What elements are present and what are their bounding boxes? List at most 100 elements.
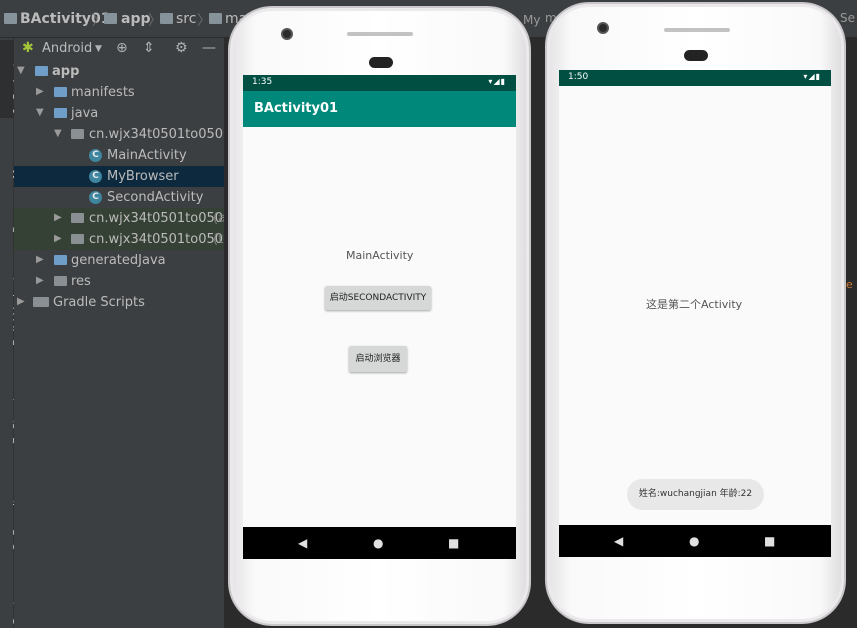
res-folder-icon [54,276,67,286]
gradle-icon [33,297,49,307]
tree-item-generatedjava[interactable]: ▶ generatedJava [14,250,224,271]
phone-2-screen: 1:50 ▾◢▮ 这是第二个Activity 姓名:wuchangjian 年龄… [559,70,831,557]
folder-icon [54,108,67,118]
navigation-bar: ◀ ● ■ [559,525,831,557]
expanded-arrow-icon[interactable]: ▼ [17,65,25,76]
expanded-arrow-icon[interactable]: ▼ [36,107,44,118]
collapse-icon[interactable]: ⇕ [143,40,155,56]
recents-icon[interactable]: ■ [764,534,775,548]
status-bar: 1:35 ▾◢▮ [243,75,516,91]
tree-item-label: MainActivity [107,148,187,163]
collapsed-arrow-icon[interactable]: ▶ [36,86,44,97]
tree-item-label: cn.wjx34t0501to0503 [89,232,232,247]
proximity-sensor [684,50,708,61]
tool-window-strip: 1: Project Resource Manager Build Varian… [0,38,24,628]
tab-structure[interactable]: 7: Structure [0,378,24,460]
tab-project[interactable]: 1: Project [0,40,24,118]
tree-item-label: cn.wjx34t0501to0503 [89,211,232,226]
tree-item-res[interactable]: ▶ res [14,271,224,292]
tree-item-label: manifests [71,85,135,100]
tree-item-secondactivity[interactable]: C SecondActivity [14,187,224,208]
folder-icon [54,87,67,97]
app-bar: BActivity01 [243,91,516,127]
main-activity-label: MainActivity [346,249,414,262]
tree-item-label: Gradle Scripts [53,295,145,310]
tree-item-label: generatedJava [71,253,166,268]
second-activity-label: 这是第二个Activity [646,298,743,311]
minimize-icon[interactable]: — [202,40,216,56]
main-folder-icon [209,13,222,24]
project-tool-window: ✱ Android ▼ ⊕ ⇕ ⚙ — ▼ app ▶ manifests ▼ … [14,38,231,628]
project-toolbar: ✱ Android ▼ ⊕ ⇕ ⚙ — [14,38,224,60]
tree-item-package-androidtest[interactable]: ▶ cn.wjx34t0501to0503 (a [14,208,231,229]
project-folder-icon [4,13,17,24]
editor-tab-mybrowser[interactable]: My [523,13,540,27]
breadcrumb-module[interactable]: app [121,11,151,27]
tree-item-package-main[interactable]: ▼ cn.wjx34t0501to0503 [14,124,231,145]
class-icon: C [89,191,102,204]
phone-1-screen: 1:35 ▾◢▮ BActivity01 MainActivity 启动SECO… [243,75,516,559]
start-second-activity-button[interactable]: 启动SECONDACTIVITY [325,286,431,310]
back-icon[interactable]: ◀ [298,536,307,550]
tree-item-label: MyBrowser [107,169,179,184]
code-peek: e [846,278,853,291]
signal-battery-icon: ▾◢▮ [488,77,506,86]
front-camera-icon [597,22,609,34]
src-folder-icon [160,13,173,24]
class-icon: C [89,170,102,183]
tree-item-label: app [52,64,80,79]
tree-item-mainactivity[interactable]: C MainActivity [14,145,224,166]
tree-item-mybrowser[interactable]: C MyBrowser [14,166,224,187]
proximity-sensor [369,57,393,68]
emulator-phone-2: 1:50 ▾◢▮ 这是第二个Activity 姓名:wuchangjian 年龄… [545,2,846,624]
tab-build-variants[interactable]: Build Variants [0,268,24,363]
tree-item-label: java [71,106,99,121]
tree-item-package-test[interactable]: ▶ cn.wjx34t0501to0503 (te [14,229,231,250]
package-icon [71,234,84,244]
app-title: BActivity01 [254,101,339,116]
editor-tab-second[interactable]: Se [840,11,855,25]
tab-captures[interactable]: Captures [0,577,24,628]
toast-message: 姓名:wuchangjian 年龄:22 [627,479,764,510]
tree-item-label: cn.wjx34t0501to0503 [89,127,232,142]
emulator-phone-1: 1:35 ▾◢▮ BActivity01 MainActivity 启动SECO… [228,6,531,626]
tree-item-manifests[interactable]: ▶ manifests [14,82,224,103]
tree-item-label: SecondActivity [107,190,204,205]
tree-item-java[interactable]: ▼ java [14,103,224,124]
collapsed-arrow-icon[interactable]: ▶ [17,296,25,307]
tab-favorites[interactable]: 2: Favorites [0,478,24,563]
status-time: 1:35 [252,77,273,87]
recents-icon[interactable]: ■ [448,536,459,550]
expanded-arrow-icon[interactable]: ▼ [54,128,62,139]
collapsed-arrow-icon[interactable]: ▶ [54,212,62,223]
status-time: 1:50 [568,72,589,82]
home-icon[interactable]: ● [689,534,699,548]
home-icon[interactable]: ● [373,536,383,550]
package-icon [71,129,84,139]
module-folder-icon [104,13,117,24]
earpiece-speaker [664,28,730,32]
breadcrumb-src[interactable]: src [176,11,196,27]
front-camera-icon [281,28,293,40]
collapsed-arrow-icon[interactable]: ▶ [36,254,44,265]
collapsed-arrow-icon[interactable]: ▶ [54,233,62,244]
status-bar: 1:50 ▾◢▮ [559,70,831,86]
tab-resource-manager[interactable]: Resource Manager [0,131,24,253]
gear-icon[interactable]: ⚙ [175,40,188,56]
start-browser-button[interactable]: 启动浏览器 [349,346,407,372]
view-selector[interactable]: Android [42,41,92,56]
tree-item-gradle-scripts[interactable]: ▶ Gradle Scripts [14,292,224,313]
module-folder-icon [35,66,48,76]
generated-folder-icon [54,255,67,265]
locate-icon[interactable]: ⊕ [116,40,128,56]
signal-battery-icon: ▾◢▮ [803,72,821,81]
class-icon: C [89,149,102,162]
earpiece-speaker [347,32,413,36]
collapsed-arrow-icon[interactable]: ▶ [36,275,44,286]
android-icon: ✱ [22,40,34,56]
back-icon[interactable]: ◀ [614,534,623,548]
dropdown-arrow-icon[interactable]: ▼ [95,44,102,54]
tree-item-app[interactable]: ▼ app [14,61,224,82]
tree-item-label: res [71,274,91,289]
package-icon [71,213,84,223]
